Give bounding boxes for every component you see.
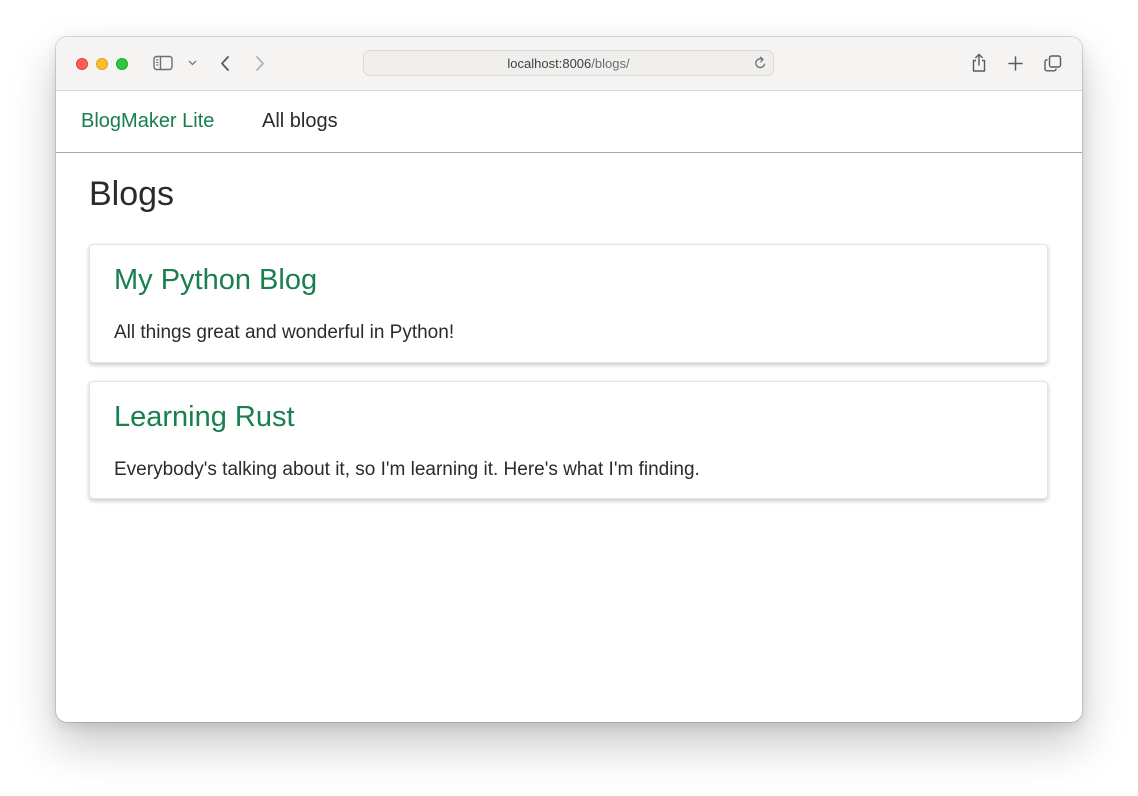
zoom-button[interactable]	[116, 58, 128, 70]
url-path: /blogs/	[591, 56, 630, 71]
back-icon[interactable]	[219, 55, 231, 72]
blog-card: Learning Rust Everybody's talking about …	[89, 381, 1048, 499]
share-icon[interactable]	[970, 53, 988, 73]
forward-icon[interactable]	[254, 55, 266, 72]
browser-toolbar: localhost:8006/blogs/	[56, 37, 1082, 91]
blog-title-link[interactable]: Learning Rust	[114, 401, 295, 434]
blog-description: Everybody's talking about it, so I'm lea…	[114, 459, 700, 480]
chevron-down-icon[interactable]	[188, 60, 197, 66]
nav-link-all-blogs[interactable]: All blogs	[262, 110, 338, 133]
reload-icon[interactable]	[754, 56, 767, 70]
address-bar[interactable]: localhost:8006/blogs/	[363, 50, 774, 76]
close-button[interactable]	[76, 58, 88, 70]
page-title: Blogs	[89, 175, 175, 213]
tabs-overview-icon[interactable]	[1044, 55, 1062, 72]
blog-title-link[interactable]: My Python Blog	[114, 264, 317, 297]
url-host: localhost:8006	[507, 56, 592, 71]
url-text: localhost:8006/blogs/	[364, 56, 773, 71]
minimize-button[interactable]	[96, 58, 108, 70]
sidebar-icon[interactable]	[153, 55, 173, 71]
blog-card: My Python Blog All things great and wond…	[89, 244, 1048, 363]
blog-description: All things great and wonderful in Python…	[114, 322, 455, 343]
plus-icon[interactable]	[1008, 56, 1023, 71]
browser-window: localhost:8006/blogs/ BlogMaker Lite All…	[56, 37, 1082, 722]
site-navbar: BlogMaker Lite All blogs	[56, 91, 1082, 153]
brand-link[interactable]: BlogMaker Lite	[81, 110, 214, 133]
